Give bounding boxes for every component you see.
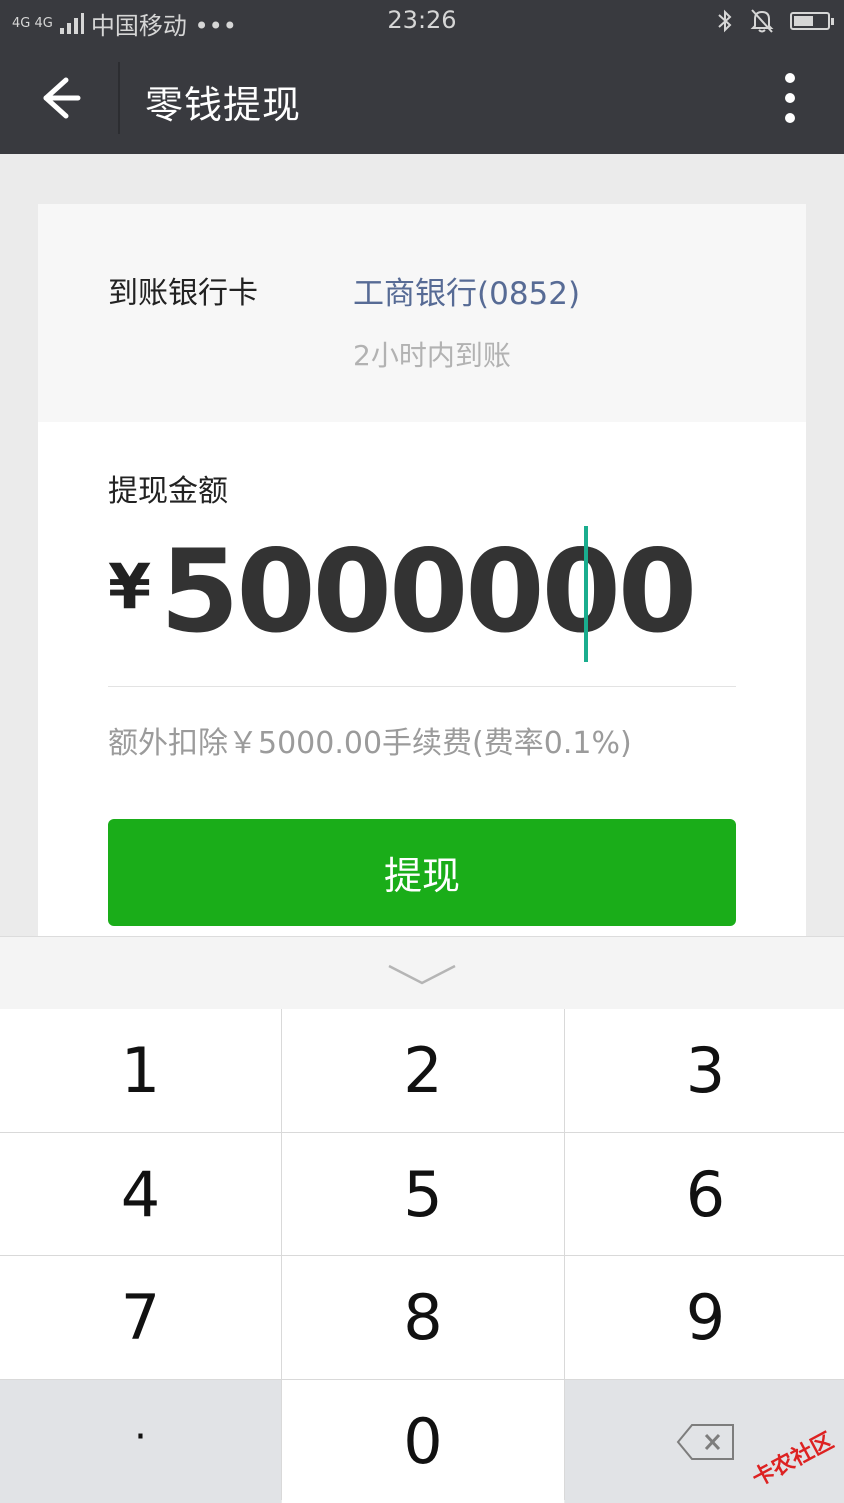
divider — [108, 686, 736, 687]
battery-level — [794, 16, 813, 26]
key-2[interactable]: 2 — [282, 1009, 564, 1132]
bank-card-name[interactable]: 工商银行(0852) — [353, 268, 580, 313]
numeric-keypad: 1 2 3 4 5 6 7 8 9 · 0 — [0, 1009, 844, 1503]
amount-input[interactable]: 5000000 — [160, 522, 697, 662]
bank-card-label: 到账银行卡 — [108, 276, 258, 311]
key-dot-label: · — [134, 1413, 147, 1460]
hide-keyboard-button[interactable] — [387, 963, 457, 987]
more-vertical-icon — [785, 73, 795, 123]
nav-bar: 零钱提现 — [0, 42, 844, 154]
key-4[interactable]: 4 — [0, 1133, 281, 1255]
back-button[interactable] — [30, 72, 86, 124]
back-arrow-icon — [43, 77, 81, 119]
status-right — [716, 8, 834, 34]
page-title: 零钱提现 — [145, 83, 302, 127]
key-5[interactable]: 5 — [282, 1133, 564, 1255]
nav-divider — [118, 62, 120, 134]
arrival-time: 2小时内到账 — [353, 339, 511, 372]
key-6[interactable]: 6 — [565, 1133, 844, 1255]
currency-symbol: ¥ — [108, 550, 152, 623]
key-1[interactable]: 1 — [0, 1009, 281, 1132]
bank-card-section[interactable]: 到账银行卡 工商银行(0852) 2小时内到账 — [38, 204, 806, 422]
more-button[interactable] — [780, 72, 800, 124]
withdraw-button[interactable]: 提现 — [108, 819, 736, 926]
withdraw-amount-section: 提现金额 ¥ 5000000 额外扣除￥5000.00手续费(费率0.1%) 提… — [38, 422, 806, 936]
backspace-icon — [676, 1423, 734, 1460]
key-0[interactable]: 0 — [282, 1380, 564, 1503]
key-9[interactable]: 9 — [565, 1256, 844, 1379]
bell-muted-icon — [750, 9, 774, 33]
key-dot[interactable]: · — [0, 1380, 281, 1503]
chevron-down-icon — [388, 964, 456, 985]
text-cursor — [584, 526, 588, 662]
fee-note: 额外扣除￥5000.00手续费(费率0.1%) — [108, 726, 632, 761]
key-3[interactable]: 3 — [565, 1009, 844, 1132]
amount-label: 提现金额 — [108, 474, 228, 509]
keyboard-header — [0, 936, 844, 1009]
key-7[interactable]: 7 — [0, 1256, 281, 1379]
key-8[interactable]: 8 — [282, 1256, 564, 1379]
bluetooth-icon — [718, 9, 732, 33]
status-bar: 4G 4G 中国移动 ••• 23:26 — [0, 0, 844, 42]
battery-icon — [790, 12, 834, 30]
